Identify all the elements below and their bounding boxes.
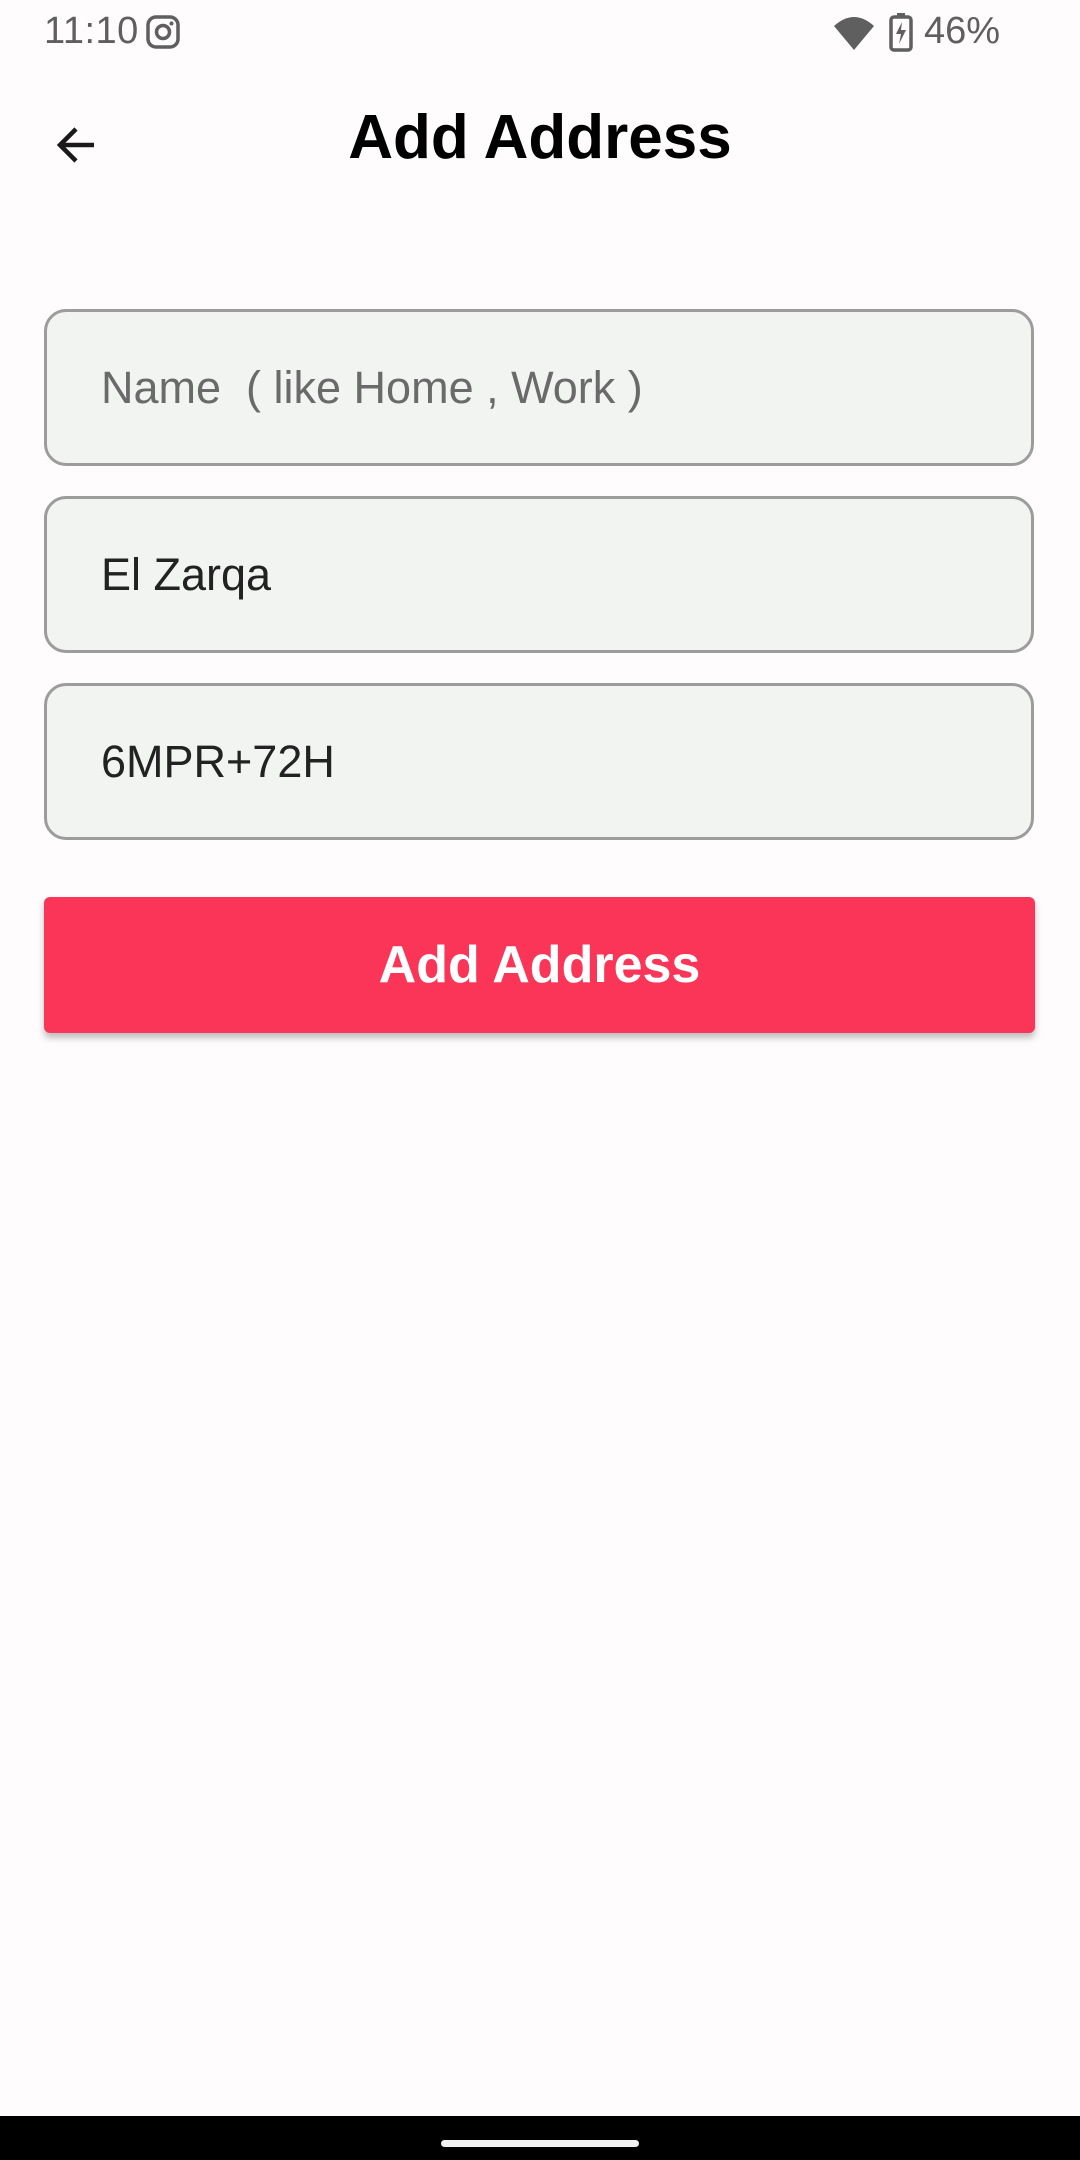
battery-percentage: 46% [924, 10, 1001, 52]
status-time: 11:10 [44, 10, 139, 52]
page-title: Add Address [348, 103, 732, 172]
plus-code-field[interactable] [44, 683, 1034, 840]
city-field[interactable] [44, 496, 1034, 653]
plus-code-input[interactable] [47, 735, 1031, 788]
battery-charging-icon [889, 13, 913, 52]
add-address-button[interactable]: Add Address [44, 897, 1035, 1033]
app-bar: Add Address [0, 80, 1080, 205]
navigation-bar [0, 2116, 1080, 2160]
home-indicator[interactable] [441, 2140, 639, 2147]
instagram-icon [146, 15, 180, 49]
add-address-screen: 11:10 46% Add Address Name (like Home ,… [0, 0, 1080, 2160]
status-bar: 11:10 46% [0, 0, 1080, 66]
address-name-input[interactable] [47, 361, 1031, 414]
city-input[interactable] [47, 548, 1031, 601]
wifi-icon [834, 17, 874, 50]
address-name-field[interactable] [44, 309, 1034, 466]
